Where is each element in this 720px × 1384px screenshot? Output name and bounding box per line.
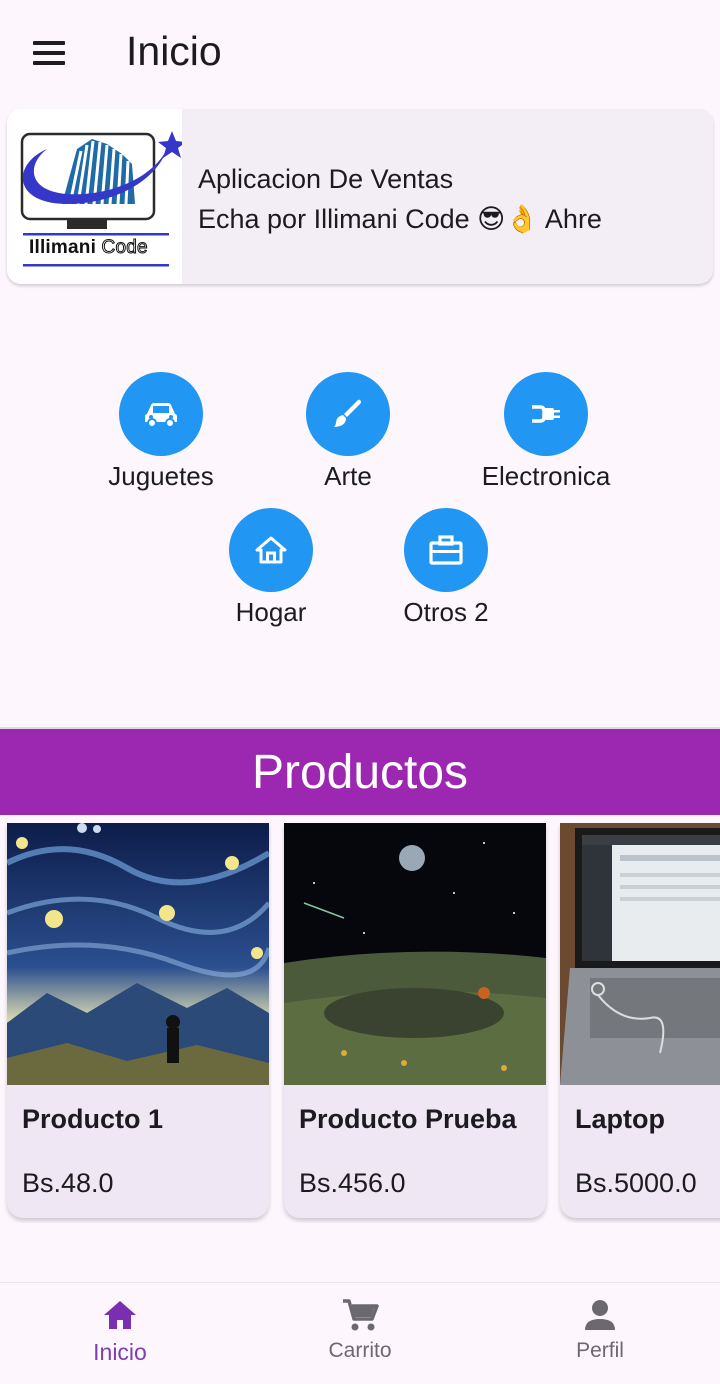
nav-label: Carrito — [328, 1339, 392, 1362]
home-icon — [229, 508, 313, 592]
category-arte[interactable]: Arte — [258, 372, 438, 492]
nav-item-inicio[interactable]: Inicio — [0, 1283, 240, 1384]
product-name: Producto Prueba — [299, 1104, 517, 1134]
category-hogar[interactable]: Hogar — [181, 508, 361, 628]
product-name: Laptop — [575, 1104, 665, 1134]
hero-card: Illimani Code Aplicacion De Ventas Echa … — [7, 109, 713, 284]
products-section-header: Productos — [0, 729, 720, 815]
toy-car-icon — [119, 372, 203, 456]
logo-text-light: Code — [101, 237, 148, 259]
product-image — [284, 823, 546, 1085]
product-price: Bs.456.0 — [299, 1168, 406, 1198]
category-otros[interactable]: Otros 2 — [356, 508, 536, 628]
category-label: Electronica — [481, 461, 611, 491]
category-label: Arte — [324, 461, 372, 491]
menu-icon[interactable] — [22, 30, 76, 76]
nav-label: Inicio — [93, 1339, 147, 1365]
product-price: Bs.48.0 — [22, 1168, 114, 1198]
nav-item-carrito[interactable]: Carrito — [240, 1283, 480, 1384]
person-icon — [583, 1297, 617, 1333]
power-plug-icon — [504, 372, 588, 456]
product-price: Bs.5000.0 — [575, 1168, 697, 1198]
hero-text: Aplicacion De Ventas Echa por Illimani C… — [182, 109, 602, 284]
category-label: Otros 2 — [403, 597, 489, 627]
page-title: Inicio — [126, 28, 222, 74]
product-carousel[interactable]: Producto 1 Bs.48.0 Producto Prueba Bs.45… — [0, 823, 720, 1223]
logo-wordmark: Illimani Code — [29, 237, 148, 259]
nav-label: Perfil — [576, 1339, 624, 1362]
product-card[interactable]: Producto 1 Bs.48.0 — [7, 823, 269, 1218]
category-label: Hogar — [235, 597, 307, 627]
briefcase-icon — [404, 508, 488, 592]
product-card[interactable]: Producto Prueba Bs.456.0 — [284, 823, 546, 1218]
cart-icon — [341, 1297, 379, 1333]
product-card[interactable]: Laptop Bs.5000.0 — [560, 823, 720, 1218]
bottom-navigation: Inicio Carrito Perfil — [0, 1282, 720, 1384]
category-label: Juguetes — [108, 461, 214, 491]
product-image — [560, 823, 720, 1085]
category-juguetes[interactable]: Juguetes — [71, 372, 251, 492]
product-name: Producto 1 — [22, 1104, 164, 1134]
hero-line-1: Aplicacion De Ventas — [198, 164, 454, 194]
nav-item-perfil[interactable]: Perfil — [480, 1283, 720, 1384]
category-electronica[interactable]: Electronica — [456, 372, 636, 492]
app-bar: Inicio — [0, 0, 720, 108]
product-image — [7, 823, 269, 1085]
home-icon — [102, 1297, 138, 1333]
logo-text-bold: Illimani — [29, 237, 97, 258]
hero-line-2: Echa por Illimani Code 😎👌 Ahre — [198, 204, 602, 234]
company-logo: Illimani Code — [7, 109, 182, 284]
brush-icon — [306, 372, 390, 456]
section-title: Productos — [251, 745, 469, 799]
